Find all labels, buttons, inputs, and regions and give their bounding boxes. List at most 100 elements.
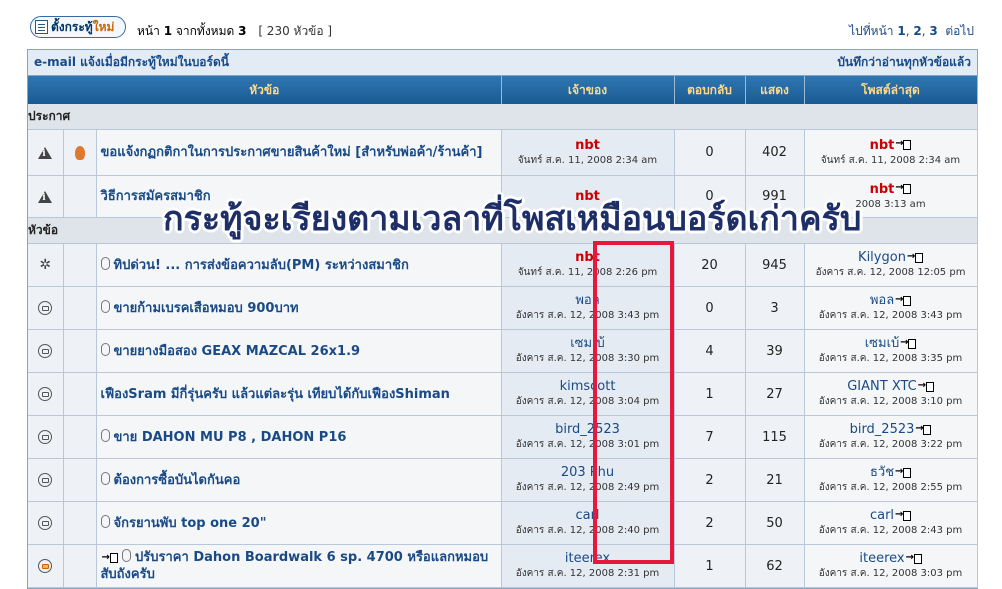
topic-title-link[interactable]: ทิปด่วน! ... การส่งข้อความลับ(PM) ระหว่า…	[114, 258, 409, 273]
new-post-arrow-icon[interactable]	[102, 549, 118, 566]
author-time: จันทร์ ส.ค. 11, 2008 2:26 pm	[517, 267, 658, 278]
last-poster-link[interactable]: bird_2523	[850, 422, 915, 437]
author-time: จันทร์ ส.ค. 11, 2008 2:34 am	[517, 154, 658, 166]
topic-title-link[interactable]: จักรยานพับ top one 20"	[114, 516, 267, 531]
top-toolbar: ตั้งกระทู้ ใหม่ หน้า 1 จากทั้งหมด 3 [ 230…	[0, 0, 1002, 42]
new-topic-label: ตั้งกระทู้	[51, 19, 93, 34]
view-count: 115	[745, 415, 805, 459]
sticky-icon: ✲	[39, 257, 52, 273]
topic-title-link[interactable]: ปรับราคา Dahon Boardwalk 6 sp. 4700 หรือ…	[101, 550, 489, 582]
topic-title-link[interactable]: ขายยางมือสอง GEAX MAZCAL 26x1.9	[114, 344, 361, 359]
topic-icon	[38, 344, 53, 359]
new-topic-button[interactable]: ตั้งกระทู้ ใหม่	[30, 16, 126, 38]
author-time: อังคาร ส.ค. 12, 2008 2:40 pm	[515, 525, 660, 536]
reply-count: 2	[674, 501, 746, 545]
section-announcements: ประกาศ	[28, 104, 978, 130]
author-link[interactable]: bird_2523	[502, 422, 674, 437]
author-link[interactable]: พอล	[502, 293, 674, 308]
view-count: 991	[745, 175, 805, 218]
author-link[interactable]: nbt	[502, 138, 674, 153]
author-time: อังคาร ส.ค. 12, 2008 3:30 pm	[515, 353, 660, 364]
new-topic-icon	[35, 20, 48, 34]
col-owner: เจ้าของ	[501, 76, 675, 104]
page-link-2[interactable]: 2	[913, 24, 921, 38]
author-link[interactable]: kimscott	[502, 379, 674, 394]
topic-board: e-mail แจ้งเมื่อมีกระทู้ใหม่ในบอร์ดนี้ บ…	[27, 49, 978, 589]
topic-title-link[interactable]: ขอแจ้งกฏกติกาในการประกาศขายสินค้าใหม่ [ส…	[96, 129, 502, 176]
reply-count: 4	[674, 329, 746, 373]
col-last-post: โพสต์ล่าสุด	[804, 76, 978, 104]
topic-title-link[interactable]: วิธีการสมัครสมาชิก	[96, 175, 502, 218]
last-poster-link[interactable]: nbt	[870, 138, 895, 153]
author-link[interactable]: carl	[502, 508, 674, 523]
section-topics: หัวข้อ	[28, 217, 978, 244]
latest-post-icon[interactable]	[907, 249, 923, 264]
col-views: แสดง	[745, 76, 805, 104]
author-time: อังคาร ส.ค. 12, 2008 2:49 pm	[515, 482, 660, 493]
last-poster-link[interactable]: carl	[870, 508, 894, 523]
reply-count: 2	[674, 458, 746, 502]
latest-post-icon[interactable]	[906, 550, 922, 565]
last-post-time: อังคาร ส.ค. 12, 2008 12:05 pm	[815, 267, 966, 278]
topic-title-link[interactable]: ต้องการซื้อบันไดกันคอ	[114, 473, 241, 488]
attachment-icon	[100, 471, 110, 485]
view-count: 39	[745, 329, 805, 373]
author-time: อังคาร ส.ค. 12, 2008 3:01 pm	[515, 439, 660, 450]
topics-table: หัวข้อ เจ้าของ ตอบกลับ แสดง โพสต์ล่าสุด …	[28, 76, 978, 588]
board-links: e-mail แจ้งเมื่อมีกระทู้ใหม่ในบอร์ดนี้ บ…	[28, 50, 977, 76]
hot-topic-icon	[74, 145, 85, 160]
table-row: ขายยางมือสอง GEAX MAZCAL 26x1.9 เซมเบ้อั…	[28, 329, 978, 373]
latest-post-icon[interactable]	[895, 292, 912, 307]
author-time: อังคาร ส.ค. 12, 2008 3:43 pm	[515, 310, 660, 321]
topic-icon	[38, 301, 53, 316]
hot-topic-icon	[38, 559, 53, 574]
last-post-time: อังคาร ส.ค. 12, 2008 2:43 pm	[818, 525, 963, 536]
last-poster-link[interactable]: Kilygon	[858, 250, 906, 265]
latest-post-icon[interactable]	[895, 136, 912, 151]
reply-count: 1	[674, 372, 746, 416]
attachment-icon	[100, 342, 110, 356]
attachment-icon	[100, 256, 110, 270]
table-header: หัวข้อ เจ้าของ ตอบกลับ แสดง โพสต์ล่าสุด	[28, 76, 978, 104]
view-count: 21	[745, 458, 805, 502]
attachment-icon	[100, 299, 110, 313]
author-link[interactable]: nbt	[502, 189, 674, 204]
attachment-icon	[100, 514, 110, 528]
latest-post-icon[interactable]	[895, 464, 912, 479]
view-count: 62	[745, 544, 805, 588]
author-link[interactable]: iteerex	[502, 551, 674, 566]
last-poster-link[interactable]: พอล	[870, 293, 894, 308]
next-page-link[interactable]: ต่อไป	[945, 24, 974, 38]
reply-count: 20	[674, 243, 746, 287]
pagination: ไปที่หน้า 1, 2, 3 ต่อไป	[849, 24, 974, 38]
mark-read-link[interactable]: บันทึกว่าอ่านทุกหัวข้อแล้ว	[837, 53, 971, 72]
last-post-time: อังคาร ส.ค. 12, 2008 3:22 pm	[818, 439, 963, 450]
topic-title-link[interactable]: ขายก้ามเบรคเสือหมอบ 900บาท	[114, 301, 299, 316]
new-topic-label-highlight: ใหม่	[92, 19, 115, 34]
last-poster-link[interactable]: GIANT XTC	[847, 379, 917, 394]
reply-count: 0	[674, 286, 746, 330]
author-time: อังคาร ส.ค. 12, 2008 3:04 pm	[515, 396, 660, 407]
topic-title-link[interactable]: เฟืองSram มีกี่รุ่นครับ แล้วแต่ละรุ่น เท…	[101, 387, 450, 402]
author-link[interactable]: เซมเบ้	[502, 336, 674, 351]
last-poster-link[interactable]: เซมเบ้	[865, 336, 900, 351]
latest-post-icon[interactable]	[918, 378, 934, 393]
last-poster-link[interactable]: nbt	[870, 182, 895, 197]
email-notify-link[interactable]: e-mail แจ้งเมื่อมีกระทู้ใหม่ในบอร์ดนี้	[34, 53, 229, 72]
page-link-3[interactable]: 3	[929, 24, 937, 38]
last-poster-link[interactable]: iteerex	[859, 551, 904, 566]
latest-post-icon[interactable]	[900, 335, 917, 350]
author-link[interactable]: nbt	[502, 250, 674, 265]
reply-count: 1	[674, 544, 746, 588]
page-info: หน้า 1 จากทั้งหมด 3 [ 230 หัวข้อ ]	[137, 24, 333, 38]
table-row: ขาย DAHON MU P8 , DAHON P16 bird_2523 อัง…	[28, 415, 978, 459]
announcement-icon	[37, 146, 53, 160]
author-link[interactable]: 203 Phu	[502, 465, 674, 480]
latest-post-icon[interactable]	[895, 180, 912, 195]
latest-post-icon[interactable]	[915, 421, 932, 436]
latest-post-icon[interactable]	[895, 507, 912, 522]
view-count: 945	[745, 243, 805, 287]
page-link-1[interactable]: 1	[897, 24, 905, 38]
last-poster-link[interactable]: ธวัช	[870, 465, 894, 480]
topic-title-link[interactable]: ขาย DAHON MU P8 , DAHON P16	[114, 430, 347, 445]
